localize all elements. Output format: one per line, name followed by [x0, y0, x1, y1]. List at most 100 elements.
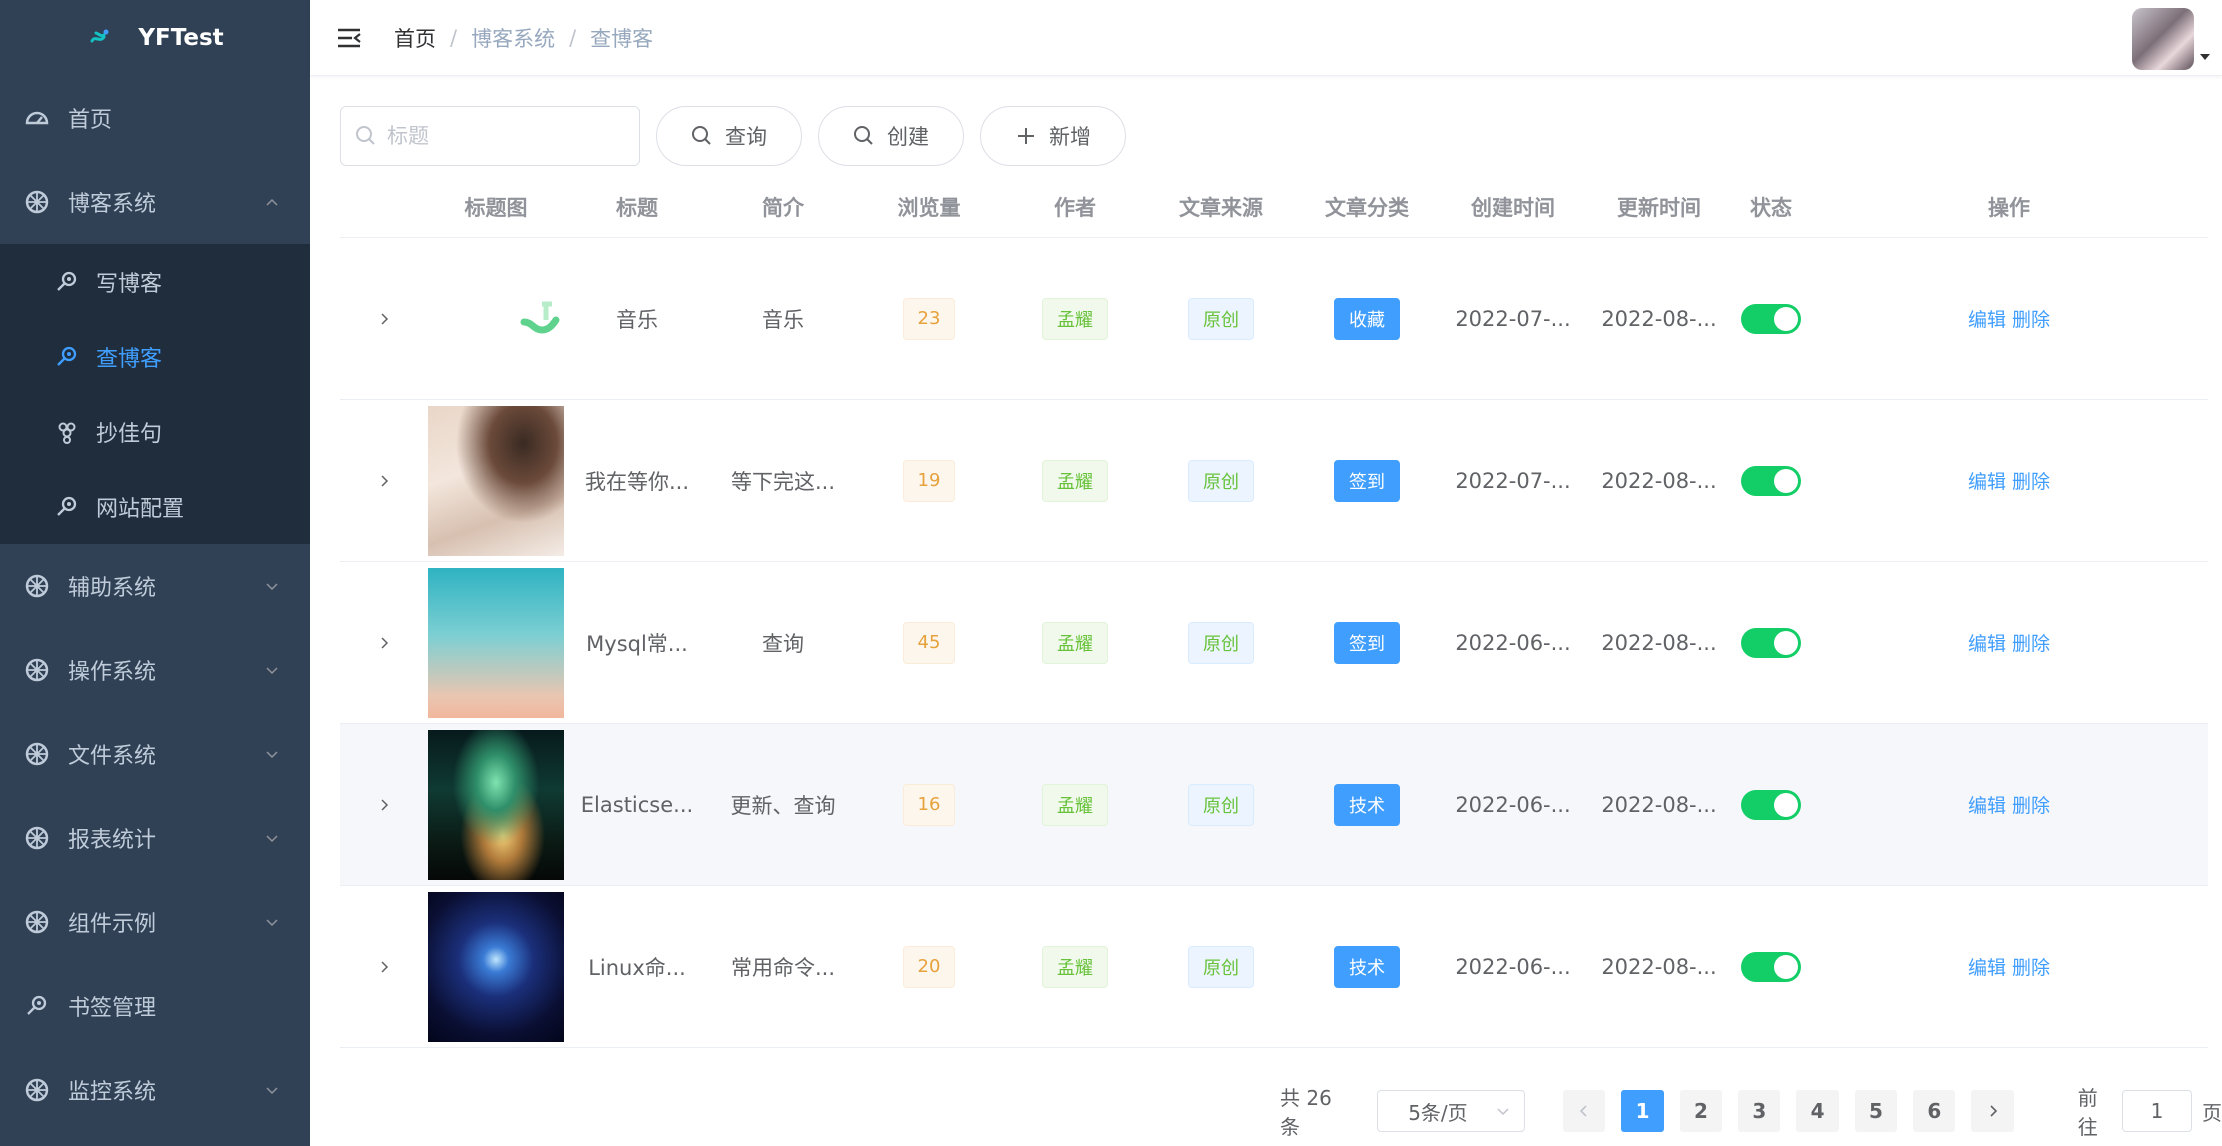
title-search-input[interactable]: [387, 124, 617, 148]
intro-cell: 等下完这...: [730, 469, 836, 494]
author-cell: 孟耀: [1002, 297, 1148, 340]
thumbnail-image: [428, 567, 564, 718]
source-cell: 原创: [1148, 621, 1294, 664]
sidebar-item-os[interactable]: 操作系统: [0, 628, 310, 712]
thumbnail-image: [428, 891, 564, 1042]
thumbnail-image: [428, 405, 564, 556]
user-menu[interactable]: [2132, 8, 2212, 70]
breadcrumb-home[interactable]: 首页: [394, 23, 436, 53]
status-switch[interactable]: [1741, 627, 1801, 658]
delete-link[interactable]: 删除: [2012, 629, 2050, 656]
title-cell: 我在等你...: [584, 469, 690, 494]
delete-link[interactable]: 删除: [2012, 953, 2050, 980]
next-page-button[interactable]: [1971, 1090, 2014, 1132]
thumbnail-cell: [428, 729, 564, 880]
expand-row-button[interactable]: [340, 473, 428, 489]
delete-link[interactable]: 删除: [2012, 791, 2050, 818]
views-cell: 23: [856, 297, 1002, 340]
logo-icon: [90, 29, 109, 43]
thumbnail-image: [428, 729, 564, 880]
search-key-icon: [57, 496, 77, 516]
query-button[interactable]: 查询: [656, 106, 802, 166]
edit-link[interactable]: 编辑: [1968, 305, 2006, 332]
sidebar-item-query-blog[interactable]: 查博客: [0, 319, 310, 394]
sidebar-item-aux-system[interactable]: 辅助系统: [0, 544, 310, 628]
expand-row-button[interactable]: [340, 959, 428, 975]
source-cell: 原创: [1148, 783, 1294, 826]
sidebar-item-label: 书签管理: [68, 996, 157, 1021]
sidebar-item-home[interactable]: 首页: [0, 76, 310, 160]
page-button[interactable]: 1: [1621, 1090, 1664, 1132]
chevron-down-icon: [266, 919, 278, 927]
views-tag: 23: [902, 297, 956, 340]
page-button[interactable]: 3: [1738, 1090, 1781, 1132]
create-button[interactable]: 创建: [818, 106, 964, 166]
chevron-down-icon: [266, 583, 278, 591]
edit-link[interactable]: 编辑: [1968, 791, 2006, 818]
page-suffix-label: 页: [2202, 1100, 2222, 1125]
sidebar-item-quotes[interactable]: 抄佳句: [0, 394, 310, 469]
column-header-author: 作者: [1054, 195, 1096, 220]
sidebar-item-blog-system[interactable]: 博客系统: [0, 160, 310, 244]
edit-link[interactable]: 编辑: [1968, 953, 2006, 980]
expand-row-button[interactable]: [340, 635, 428, 651]
category-tag: 技术: [1334, 945, 1400, 988]
caret-down-icon[interactable]: [2198, 50, 2212, 64]
category-tag: 签到: [1334, 621, 1400, 664]
wheel-icon: [25, 742, 49, 766]
edit-link[interactable]: 编辑: [1968, 629, 2006, 656]
author-cell: 孟耀: [1002, 459, 1148, 502]
sidebar-item-monitor[interactable]: 监控系统: [0, 1048, 310, 1132]
actions-cell: 编辑 删除: [1810, 953, 2208, 980]
created-cell: 2022-07-...: [1455, 306, 1571, 331]
page-button[interactable]: 4: [1796, 1090, 1839, 1132]
wheel-icon: [25, 574, 49, 598]
chevron-down-icon: [266, 835, 278, 843]
hamburger-icon[interactable]: [334, 23, 364, 53]
thumbnail-cell: [428, 405, 564, 556]
breadcrumb: 首页 / 博客系统 / 查博客: [394, 23, 653, 53]
edit-link[interactable]: 编辑: [1968, 467, 2006, 494]
expand-row-button[interactable]: [340, 311, 428, 327]
status-cell: [1732, 303, 1810, 334]
expand-row-button[interactable]: [340, 797, 428, 813]
status-switch[interactable]: [1741, 465, 1801, 496]
sidebar-item-label: 网站配置: [96, 496, 185, 522]
status-switch[interactable]: [1741, 789, 1801, 820]
delete-link[interactable]: 删除: [2012, 305, 2050, 332]
grape-icon: [58, 422, 76, 444]
status-cell: [1732, 627, 1810, 658]
breadcrumb-section[interactable]: 博客系统: [471, 23, 555, 53]
sidebar-item-label: 首页: [68, 108, 113, 133]
delete-link[interactable]: 删除: [2012, 467, 2050, 494]
thumbnail-cell: [428, 567, 564, 718]
thumbnail-cell: [428, 244, 564, 394]
sidebar-item-file-system[interactable]: 文件系统: [0, 712, 310, 796]
page-size-select[interactable]: 5条/页: [1377, 1090, 1526, 1132]
sidebar-item-bookmarks[interactable]: 书签管理: [0, 964, 310, 1048]
updated-cell: 2022-08-...: [1601, 954, 1717, 979]
add-button[interactable]: 新增: [980, 106, 1126, 166]
page-button[interactable]: 5: [1854, 1090, 1898, 1132]
page-button[interactable]: 2: [1679, 1090, 1723, 1132]
sidebar-item-site-config[interactable]: 网站配置: [0, 469, 310, 544]
actions-cell: 编辑 删除: [1810, 305, 2208, 332]
sidebar-item-components[interactable]: 组件示例: [0, 880, 310, 964]
column-header-views: 浏览量: [897, 195, 961, 220]
chevron-right-icon: [381, 960, 389, 973]
sidebar-item-write-blog[interactable]: 写博客: [0, 244, 310, 319]
chevron-down-icon: [266, 667, 278, 675]
sidebar-item-label: 报表统计: [68, 828, 157, 853]
prev-page-button[interactable]: [1563, 1090, 1606, 1132]
source-cell: 原创: [1148, 297, 1294, 340]
status-cell: [1732, 465, 1810, 496]
avatar[interactable]: [2132, 8, 2194, 70]
sidebar-item-reports[interactable]: 报表统计: [0, 796, 310, 880]
status-switch[interactable]: [1741, 951, 1801, 982]
title-search-box[interactable]: [340, 106, 640, 166]
status-switch[interactable]: [1741, 303, 1801, 334]
chevron-right-icon: [381, 798, 389, 811]
page-button[interactable]: 6: [1913, 1090, 1956, 1132]
goto-page-input[interactable]: [2122, 1090, 2193, 1132]
source-tag: 原创: [1188, 945, 1254, 988]
